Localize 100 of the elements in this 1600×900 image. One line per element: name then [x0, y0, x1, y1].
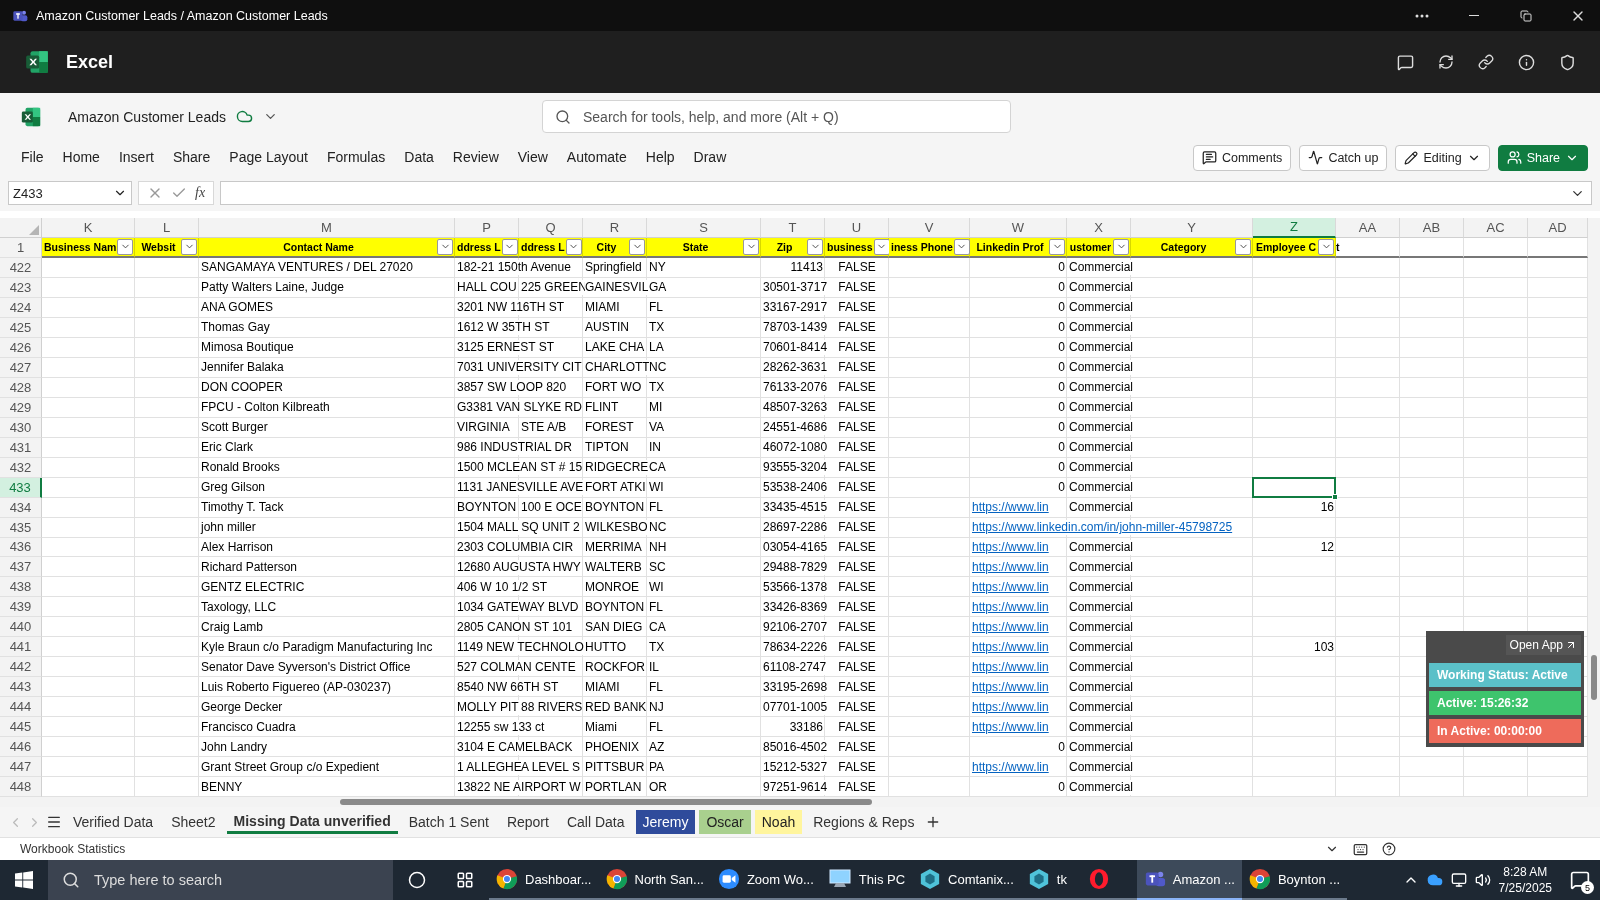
taskbar-app[interactable]: tk	[1020, 860, 1081, 900]
filter-button[interactable]	[437, 238, 453, 255]
sheet-tab[interactable]: Verified Data	[66, 810, 161, 834]
menu-tab[interactable]: Insert	[118, 144, 154, 171]
row-header[interactable]: 425	[0, 317, 42, 338]
filter-button[interactable]	[1049, 238, 1065, 255]
link[interactable]: https://www.lin	[972, 540, 1049, 555]
column-header[interactable]: M	[199, 218, 455, 238]
column-header[interactable]: U	[825, 218, 889, 238]
sheet-tab[interactable]: Sheet2	[164, 810, 223, 834]
row-header[interactable]: 436	[0, 537, 42, 558]
taskbar-app[interactable]: North San...	[598, 860, 711, 900]
taskbar-app[interactable]: Boynton ...	[1241, 860, 1348, 900]
horizontal-scrollbar[interactable]	[0, 797, 1600, 807]
filter-button[interactable]	[807, 238, 823, 255]
menu-tab[interactable]: Review	[452, 144, 499, 171]
row-header[interactable]: 423	[0, 277, 42, 298]
filter-button[interactable]	[873, 238, 890, 255]
sheet-tab[interactable]: Report	[499, 810, 556, 834]
menu-tab[interactable]: Home	[62, 144, 100, 171]
selected-cell[interactable]	[1252, 476, 1336, 498]
column-header[interactable]: R	[583, 218, 647, 238]
link[interactable]: https://www.linkedin.com/in/john-miller-45798725	[972, 520, 1233, 535]
catch-up-button[interactable]: Catch up	[1299, 144, 1388, 171]
row-header[interactable]: 447	[0, 757, 42, 778]
link[interactable]: https://www.lin	[972, 759, 1049, 775]
network-icon[interactable]	[1450, 872, 1467, 888]
row-header[interactable]: 424	[0, 297, 42, 318]
row-header[interactable]: 443	[0, 677, 42, 698]
editing-button[interactable]: Editing	[1395, 144, 1490, 171]
link[interactable]: https://www.lin	[972, 559, 1049, 575]
column-header[interactable]: AA	[1336, 218, 1400, 238]
row-header[interactable]: 422	[0, 257, 42, 278]
filter-button[interactable]	[181, 238, 197, 255]
sheet-tab[interactable]: Call Data	[559, 810, 632, 834]
column-header[interactable]: AD	[1528, 218, 1588, 238]
workbook-statistics[interactable]: Workbook Statistics	[20, 842, 126, 856]
filter-button[interactable]	[953, 238, 970, 255]
formula-input[interactable]	[220, 181, 1592, 205]
filter-button[interactable]	[501, 238, 518, 255]
menu-tab[interactable]: Share	[172, 144, 211, 171]
filter-button[interactable]	[1235, 238, 1251, 255]
document-name[interactable]: Amazon Customer Leads	[68, 108, 226, 125]
taskbar-app[interactable]: Comtanix...	[912, 860, 1021, 900]
search-field[interactable]: Search for tools, help, and more (Alt + Q)	[542, 100, 1011, 133]
row-header[interactable]: 438	[0, 577, 42, 598]
menu-tab[interactable]: Formulas	[326, 144, 386, 171]
row-header[interactable]: 446	[0, 737, 42, 758]
taskbar-app[interactable]: Zoom Wo...	[710, 860, 821, 900]
menu-tab[interactable]: File	[21, 144, 44, 171]
clock[interactable]: 8:28 AM 7/25/2025	[1490, 864, 1560, 896]
column-header[interactable]: Z	[1253, 218, 1336, 238]
link[interactable]: https://www.lin	[972, 619, 1049, 635]
column-header[interactable]: X	[1067, 218, 1131, 238]
row-header[interactable]: 448	[0, 777, 42, 797]
cloud-icon[interactable]	[235, 108, 253, 125]
menu-tab[interactable]: Automate	[566, 144, 627, 171]
row-header[interactable]: 433	[0, 477, 42, 498]
column-header[interactable]: P	[455, 218, 519, 238]
vertical-scrollbar[interactable]	[1588, 218, 1600, 797]
keyboard-icon[interactable]	[1353, 841, 1368, 857]
filter-button[interactable]	[629, 238, 645, 255]
column-header[interactable]: AB	[1400, 218, 1464, 238]
link[interactable]: https://www.lin	[972, 639, 1049, 655]
menu-tab[interactable]: Data	[404, 144, 434, 171]
menu-tab[interactable]: View	[517, 144, 548, 171]
column-header[interactable]: Q	[519, 218, 583, 238]
column-header[interactable]: W	[970, 218, 1067, 238]
row-header[interactable]: 429	[0, 397, 42, 418]
row-header[interactable]: 434	[0, 497, 42, 518]
filter-button[interactable]	[743, 238, 759, 255]
open-app-button[interactable]: Open App	[1505, 635, 1581, 655]
column-header[interactable]: Y	[1131, 218, 1253, 238]
row-header[interactable]: 428	[0, 377, 42, 398]
filter-button[interactable]	[565, 238, 582, 255]
insert-function-button[interactable]: fx	[195, 185, 206, 201]
menu-icon[interactable]	[46, 814, 62, 830]
link[interactable]: https://www.lin	[972, 699, 1049, 715]
filter-button[interactable]	[1113, 238, 1129, 255]
row-header[interactable]: 444	[0, 697, 42, 718]
column-header[interactable]: K	[42, 218, 135, 238]
row-header[interactable]: 441	[0, 637, 42, 658]
link[interactable]: https://www.lin	[972, 719, 1049, 735]
sheet-tab[interactable]: Regions & Reps	[806, 810, 922, 834]
row-header[interactable]: 439	[0, 597, 42, 618]
share-button[interactable]: Share	[1497, 144, 1588, 171]
sheet-tab[interactable]: Batch 1 Sent	[401, 810, 496, 834]
link[interactable]: https://www.lin	[972, 599, 1049, 615]
taskbar-app[interactable]: Amazon ...	[1136, 860, 1242, 900]
link[interactable]: https://www.lin	[972, 579, 1049, 595]
taskbar-app[interactable]: Dashboar...	[489, 860, 599, 900]
notifications-button[interactable]: 5	[1560, 860, 1600, 900]
menu-tab[interactable]: Draw	[693, 144, 727, 171]
comments-button[interactable]: Comments	[1192, 144, 1292, 171]
sheet-tab[interactable]: Jeremy	[635, 810, 696, 834]
column-header[interactable]: L	[135, 218, 199, 238]
help-icon[interactable]	[1382, 842, 1396, 856]
menu-tab[interactable]: Help	[645, 144, 675, 171]
sheet-tab[interactable]: Noah	[754, 810, 803, 834]
row-header[interactable]: 1	[0, 237, 42, 258]
